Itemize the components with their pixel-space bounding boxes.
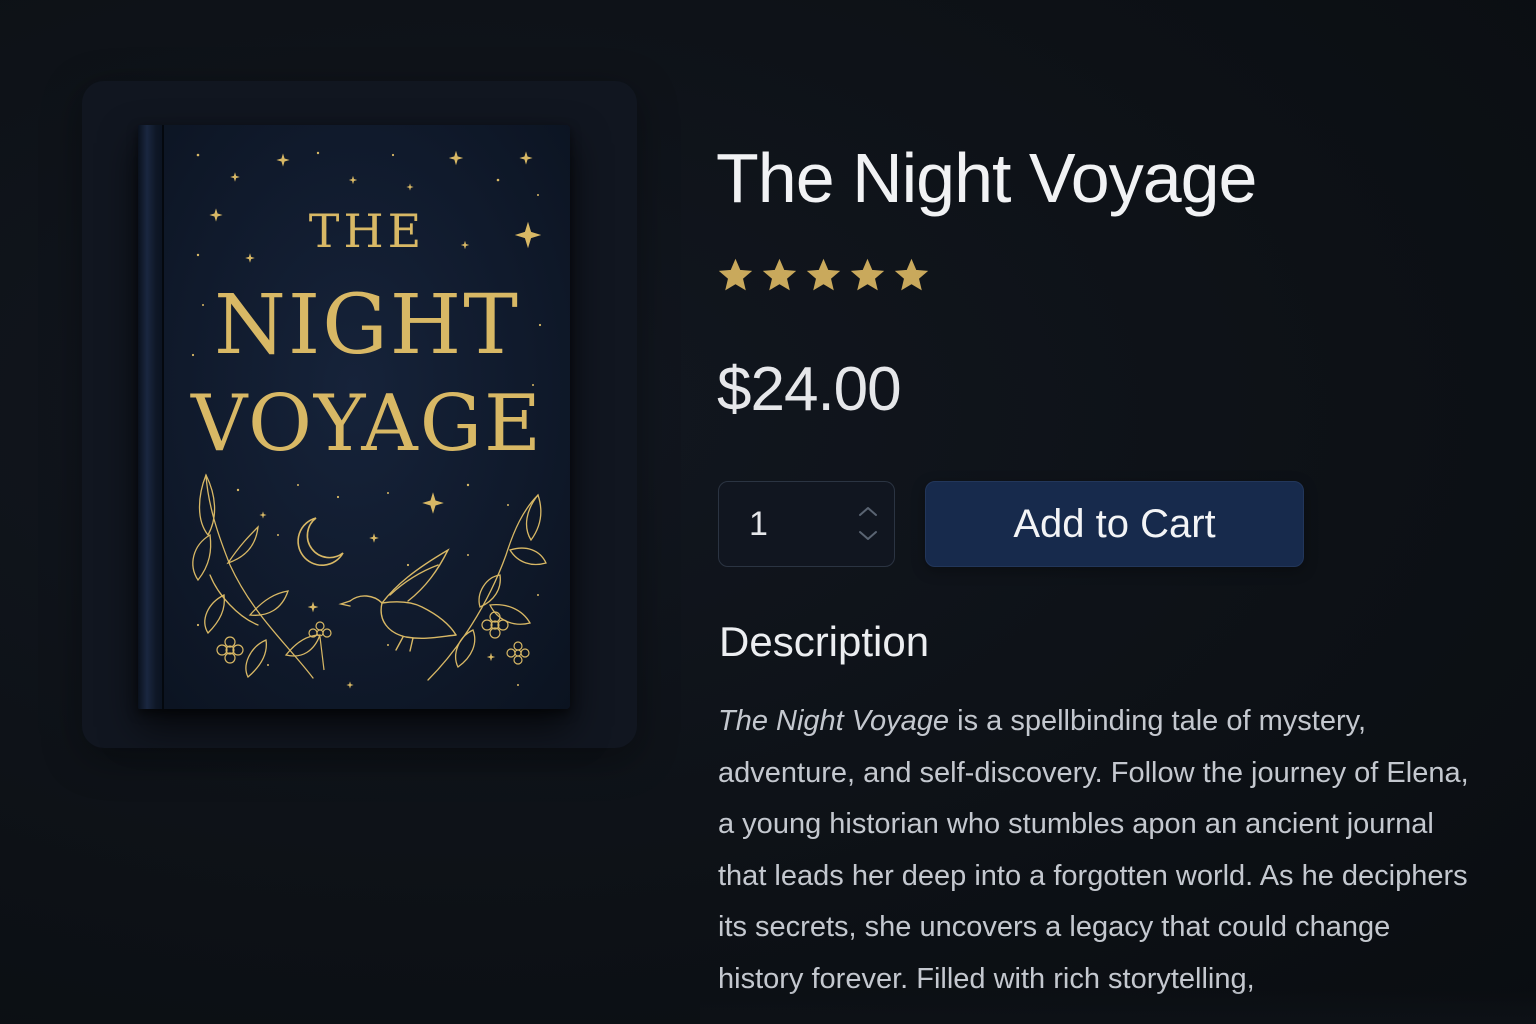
cover-title-line-3: VOYAGE: [191, 379, 543, 469]
product-price: $24.00: [717, 355, 902, 424]
description-book-title: The Night Voyage: [718, 705, 950, 737]
star-icon: [894, 258, 929, 291]
quantity-arrows: [853, 500, 883, 548]
cover-title-line-1: THE: [308, 204, 426, 258]
text-fade-overlay: [700, 990, 1536, 1024]
star-icon: [806, 258, 841, 291]
product-page: THE NIGHT VOYAGE The Night Voyage $24.00…: [0, 0, 1536, 1024]
star-icon: [850, 258, 885, 291]
book-cover-image: THE NIGHT VOYAGE: [138, 125, 570, 709]
description-body: is a spellbinding tale of mystery, adven…: [718, 705, 1469, 995]
chevron-down-icon: [859, 531, 877, 540]
description-text: The Night Voyage is a spellbinding tale …: [718, 696, 1478, 1005]
quantity-increase-button[interactable]: [853, 500, 883, 522]
quantity-decrease-button[interactable]: [853, 524, 883, 546]
quantity-input[interactable]: [749, 504, 829, 544]
star-rating: [718, 258, 929, 293]
add-to-cart-button[interactable]: Add to Cart: [925, 481, 1304, 567]
cover-title-line-2: NIGHT: [214, 278, 520, 373]
chevron-up-icon: [859, 507, 877, 516]
product-title: The Night Voyage: [716, 139, 1257, 217]
star-icon: [718, 258, 753, 291]
description-heading: Description: [719, 618, 930, 665]
star-icon: [762, 258, 797, 291]
